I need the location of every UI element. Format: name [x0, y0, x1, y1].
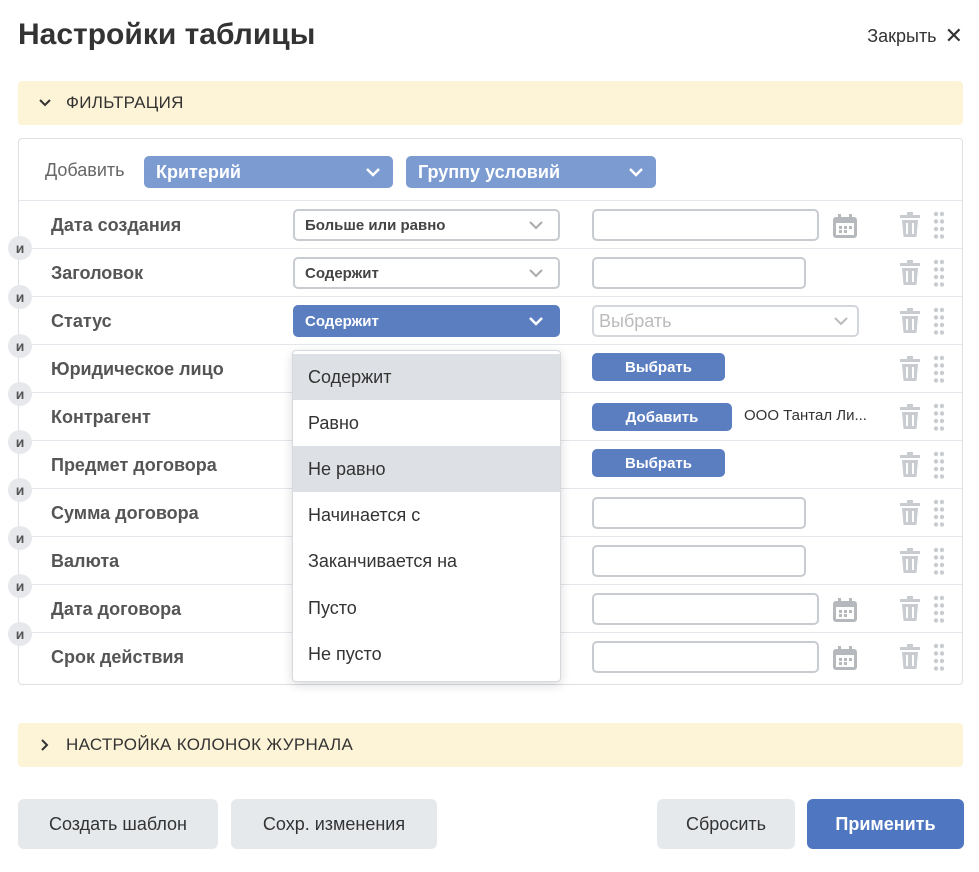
conjunction-badge[interactable]: и	[8, 334, 32, 358]
operator-select[interactable]: Содержит	[293, 257, 560, 289]
filter-row: Статус Содержит Выбрать	[19, 297, 962, 345]
trash-icon[interactable]	[899, 404, 921, 430]
drag-handle-icon[interactable]	[933, 211, 945, 239]
select-button[interactable]: Выбрать	[592, 449, 725, 477]
drag-handle-icon[interactable]	[933, 595, 945, 623]
chevron-down-icon	[529, 221, 543, 230]
row-label: Сумма договора	[51, 503, 199, 523]
menu-item-not-equals[interactable]: Не равно	[293, 446, 560, 492]
apply-button[interactable]: Применить	[807, 799, 964, 849]
value-input[interactable]	[592, 497, 806, 529]
add-criterion-dropdown[interactable]: Критерий	[144, 156, 393, 188]
value-input[interactable]	[592, 641, 819, 673]
menu-item-starts-with[interactable]: Начинается с	[293, 492, 560, 538]
conjunction-badge[interactable]: и	[8, 622, 32, 646]
chevron-down-icon	[366, 168, 380, 177]
columns-section-header[interactable]: НАСТРОЙКА КОЛОНОК ЖУРНАЛА	[18, 723, 963, 767]
operator-select[interactable]: Больше или равно	[293, 209, 560, 241]
value-input[interactable]	[592, 209, 819, 241]
drag-handle-icon[interactable]	[933, 307, 945, 335]
menu-item-contains[interactable]: Содержит	[293, 354, 560, 400]
trash-icon[interactable]	[899, 356, 921, 382]
calendar-icon[interactable]	[832, 597, 858, 623]
menu-item-not-empty[interactable]: Не пусто	[293, 631, 560, 677]
conjunction-badge[interactable]: и	[8, 574, 32, 598]
trash-icon[interactable]	[899, 212, 921, 238]
page-title: Настройки таблицы	[18, 18, 316, 51]
trash-icon[interactable]	[899, 596, 921, 622]
add-criterion-label: Критерий	[156, 161, 241, 182]
drag-handle-icon[interactable]	[933, 355, 945, 383]
operator-select[interactable]: Содержит	[293, 305, 560, 337]
chevron-down-icon	[529, 269, 543, 278]
add-group-label: Группу условий	[418, 161, 561, 182]
add-criteria-bar: Добавить Критерий Группу условий	[19, 139, 962, 201]
value-placeholder: Выбрать	[599, 310, 672, 331]
filter-row: Дата создания Больше или равно	[19, 201, 962, 249]
save-changes-button[interactable]: Сохр. изменения	[231, 799, 437, 849]
close-button[interactable]: Закрыть ✕	[867, 25, 963, 47]
operator-dropdown-menu: Содержит Равно Не равно Начинается с Зак…	[292, 350, 561, 682]
row-label: Контрагент	[51, 407, 151, 427]
value-input[interactable]	[592, 593, 819, 625]
trash-icon[interactable]	[899, 644, 921, 670]
conjunction-badge[interactable]: и	[8, 382, 32, 406]
columns-section-title: НАСТРОЙКА КОЛОНОК ЖУРНАЛА	[66, 735, 354, 754]
drag-handle-icon[interactable]	[933, 547, 945, 575]
trash-icon[interactable]	[899, 500, 921, 526]
add-group-dropdown[interactable]: Группу условий	[406, 156, 656, 188]
operator-value: Больше или равно	[305, 216, 446, 234]
add-label: Добавить	[45, 160, 125, 180]
filter-section-title: ФИЛЬТРАЦИЯ	[66, 93, 184, 112]
operator-value: Содержит	[305, 264, 379, 282]
close-icon: ✕	[944, 23, 963, 48]
row-label: Дата договора	[51, 599, 182, 619]
chevron-down-icon	[529, 317, 543, 326]
trash-icon[interactable]	[899, 308, 921, 334]
drag-handle-icon[interactable]	[933, 259, 945, 287]
menu-item-ends-with[interactable]: Заканчивается на	[293, 538, 560, 584]
drag-handle-icon[interactable]	[933, 499, 945, 527]
calendar-icon[interactable]	[832, 213, 858, 239]
value-input[interactable]	[592, 545, 806, 577]
row-label: Предмет договора	[51, 455, 217, 475]
menu-item-empty[interactable]: Пусто	[293, 585, 560, 631]
menu-item-equals[interactable]: Равно	[293, 400, 560, 446]
drag-handle-icon[interactable]	[933, 403, 945, 431]
drag-handle-icon[interactable]	[933, 451, 945, 479]
conjunction-badge[interactable]: и	[8, 526, 32, 550]
chevron-down-icon	[629, 168, 643, 177]
reset-button[interactable]: Сбросить	[657, 799, 795, 849]
trash-icon[interactable]	[899, 260, 921, 286]
chevron-down-icon	[38, 96, 52, 110]
filter-row: Заголовок Содержит	[19, 249, 962, 297]
add-button[interactable]: Добавить	[592, 403, 732, 431]
value-input[interactable]	[592, 257, 806, 289]
row-label: Дата создания	[51, 215, 182, 235]
operator-value: Содержит	[305, 312, 379, 330]
conjunction-badge[interactable]: и	[8, 236, 32, 260]
conjunction-badge[interactable]: и	[8, 430, 32, 454]
row-label: Юридическое лицо	[51, 359, 224, 379]
conjunction-badge[interactable]: и	[8, 285, 32, 309]
row-label: Статус	[51, 311, 112, 331]
close-label: Закрыть	[867, 25, 937, 46]
chevron-right-icon	[38, 738, 52, 752]
row-label: Заголовок	[51, 263, 144, 283]
trash-icon[interactable]	[899, 548, 921, 574]
value-select[interactable]: Выбрать	[592, 305, 859, 337]
filter-section-header[interactable]: ФИЛЬТРАЦИЯ	[18, 81, 963, 125]
selected-value-chip[interactable]: ООО Тантал Ли...	[744, 407, 867, 424]
chevron-down-icon	[834, 317, 848, 326]
drag-handle-icon[interactable]	[933, 643, 945, 671]
select-button[interactable]: Выбрать	[592, 353, 725, 381]
row-label: Валюта	[51, 551, 120, 571]
row-label: Срок действия	[51, 647, 184, 667]
conjunction-badge[interactable]: и	[8, 478, 32, 502]
create-template-button[interactable]: Создать шаблон	[18, 799, 218, 849]
trash-icon[interactable]	[899, 452, 921, 478]
calendar-icon[interactable]	[832, 645, 858, 671]
